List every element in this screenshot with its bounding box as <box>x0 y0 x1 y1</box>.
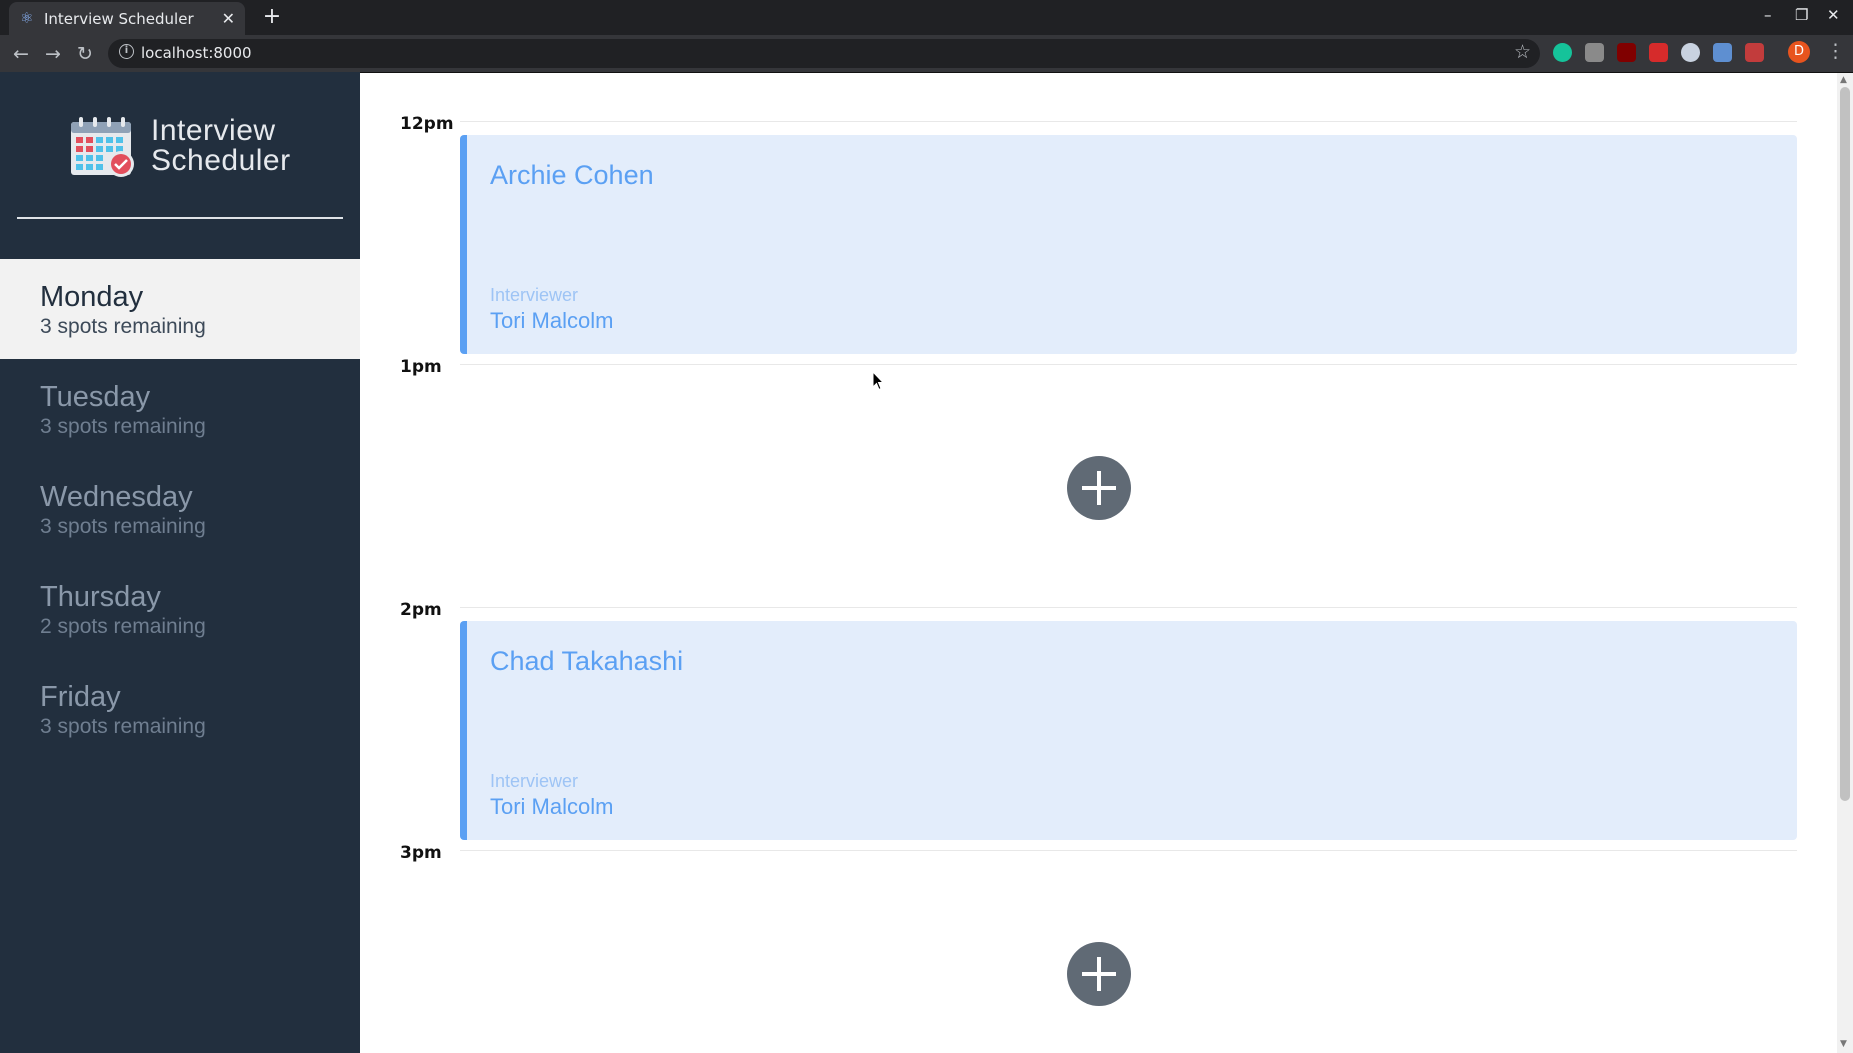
star-icon[interactable]: ☆ <box>1514 41 1531 63</box>
day-spots: 2 spots remaining <box>40 615 206 638</box>
sidebar: Interview Scheduler Monday 3 spots remai… <box>0 72 360 1053</box>
calendar-logo-icon <box>71 117 134 177</box>
scrollbar[interactable]: ▲ ▼ <box>1837 73 1853 1053</box>
logo-line-1: Interview <box>151 114 276 147</box>
interviewer-name: Tori Malcolm <box>490 794 614 819</box>
new-tab-icon[interactable]: + <box>258 3 286 31</box>
day-name: Friday <box>40 681 121 713</box>
tab-title: Interview Scheduler <box>44 10 194 28</box>
time-divider <box>460 850 1797 851</box>
reload-icon[interactable]: ↻ <box>72 41 98 67</box>
time-label: 3pm <box>400 843 442 863</box>
add-appointment-button[interactable] <box>1067 942 1131 1006</box>
interviewer-label: Interviewer <box>490 771 579 791</box>
ublock-extension-icon[interactable] <box>1617 43 1636 62</box>
day-item-friday[interactable]: Friday 3 spots remaining <box>0 659 360 759</box>
avatar[interactable]: D <box>1788 41 1810 63</box>
scroll-thumb[interactable] <box>1840 87 1850 801</box>
day-name: Thursday <box>40 581 161 613</box>
restore-icon[interactable]: ❐ <box>1795 6 1808 24</box>
sidebar-divider <box>17 217 343 219</box>
add-appointment-button[interactable] <box>1067 456 1131 520</box>
student-name: Archie Cohen <box>490 160 654 190</box>
day-item-thursday[interactable]: Thursday 2 spots remaining <box>0 559 360 659</box>
day-spots: 3 spots remaining <box>40 515 206 538</box>
time-divider <box>460 607 1797 608</box>
time-label: 2pm <box>400 600 442 620</box>
extension-icon[interactable] <box>1713 43 1732 62</box>
extension-icon[interactable] <box>1681 43 1700 62</box>
browser-tab[interactable]: ⚛ Interview Scheduler ✕ <box>9 2 245 35</box>
interviewer-name: Tori Malcolm <box>490 308 614 333</box>
grammarly-extension-icon[interactable] <box>1553 43 1572 62</box>
day-item-wednesday[interactable]: Wednesday 3 spots remaining <box>0 459 360 559</box>
scroll-down-icon[interactable]: ▼ <box>1840 1039 1847 1049</box>
minimize-icon[interactable]: – <box>1764 6 1772 24</box>
app-logo-text: Interview Scheduler <box>151 116 291 176</box>
time-label: 1pm <box>400 357 442 377</box>
browser-tab-strip: ⚛ Interview Scheduler ✕ + – ❐ ✕ <box>0 0 1853 35</box>
window-close-icon[interactable]: ✕ <box>1827 6 1840 24</box>
react-icon: ⚛ <box>20 9 34 27</box>
day-name: Tuesday <box>40 381 151 413</box>
logo-line-2: Scheduler <box>151 144 291 177</box>
day-item-monday[interactable]: Monday 3 spots remaining <box>0 259 360 359</box>
forward-icon[interactable]: → <box>40 41 66 67</box>
address-bar[interactable]: i localhost:8000 ☆ <box>108 39 1540 68</box>
extension-icon[interactable] <box>1649 43 1668 62</box>
scroll-up-icon[interactable]: ▲ <box>1840 75 1847 85</box>
day-name: Wednesday <box>40 481 193 513</box>
schedule: 12pm Archie Cohen Interviewer Tori Malco… <box>360 73 1837 1053</box>
browser-toolbar: ← → ↻ i localhost:8000 ☆ <box>0 35 1853 72</box>
url-text[interactable]: localhost:8000 <box>141 44 252 62</box>
student-name: Chad Takahashi <box>490 646 684 676</box>
extension-icon[interactable] <box>1585 43 1604 62</box>
back-icon[interactable]: ← <box>8 41 34 67</box>
appointment-card[interactable]: Archie Cohen Interviewer Tori Malcolm <box>460 135 1797 354</box>
day-spots: 3 spots remaining <box>40 415 206 438</box>
menu-icon[interactable]: ⋮ <box>1826 40 1845 62</box>
appointment-card[interactable]: Chad Takahashi Interviewer Tori Malcolm <box>460 621 1797 840</box>
info-icon[interactable]: i <box>119 44 134 59</box>
interviewer-label: Interviewer <box>490 285 579 305</box>
close-icon[interactable]: ✕ <box>222 9 235 28</box>
mouse-cursor-icon <box>872 371 884 391</box>
time-divider <box>460 364 1797 365</box>
day-name: Monday <box>40 281 144 313</box>
time-divider <box>460 121 1797 122</box>
day-item-tuesday[interactable]: Tuesday 3 spots remaining <box>0 359 360 459</box>
day-spots: 3 spots remaining <box>40 715 206 738</box>
day-spots: 3 spots remaining <box>40 315 206 338</box>
extension-icon[interactable] <box>1745 43 1764 62</box>
time-label: 12pm <box>400 114 454 134</box>
